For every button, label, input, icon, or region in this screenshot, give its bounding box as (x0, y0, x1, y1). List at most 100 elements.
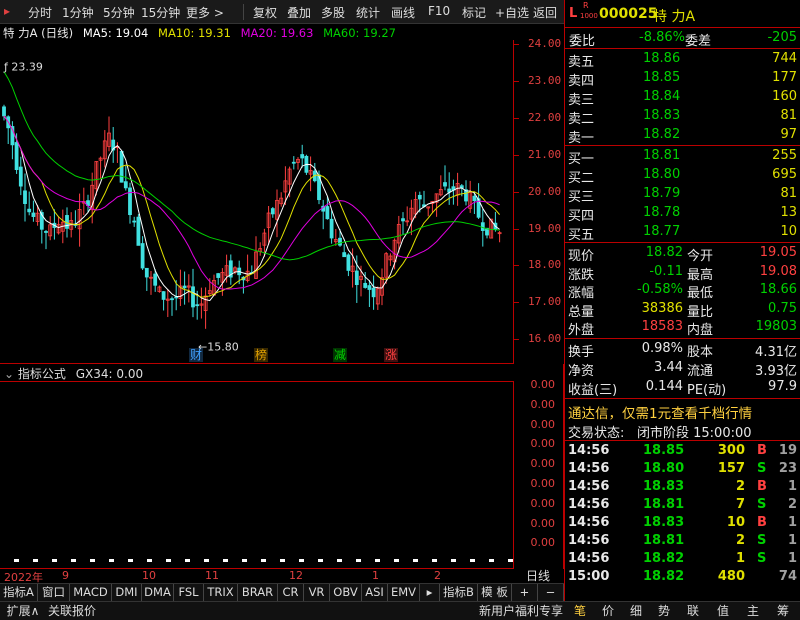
candle-body (329, 218, 334, 239)
tab-trix[interactable]: TRIX (204, 584, 238, 602)
tick-volume: 10 (726, 515, 745, 530)
indicator-chart[interactable] (0, 382, 514, 569)
indicator-axis: 0.00 0.00 0.00 0.00 0.00 0.00 0.00 0.00 0.00 (514, 364, 564, 569)
toolbar-more[interactable]: 更多 > (186, 4, 224, 21)
stat-value: 0.75 (768, 300, 797, 316)
toolbar-15min[interactable]: 15分钟 (141, 4, 180, 21)
tab-zhu[interactable]: 主 (738, 602, 768, 620)
stock-header: L R 1000 000025 特 力A (565, 1, 800, 26)
tab-chou[interactable]: 筹 (768, 602, 798, 620)
tab-shi[interactable]: 势 (650, 602, 678, 620)
toolbar-menu-icon[interactable]: ▸ (4, 4, 10, 18)
tab-lian[interactable]: 联 (678, 602, 708, 620)
tab-template[interactable]: 模 板 (478, 584, 512, 602)
tab-indicator-a[interactable]: 指标A (0, 584, 38, 602)
toolbar-back[interactable]: 返回 (533, 4, 557, 21)
tick-side: S (757, 551, 767, 566)
period-label[interactable]: 日线 (526, 567, 550, 584)
candle-body (153, 273, 158, 286)
fundamental-value: 3.44 (654, 360, 683, 375)
tab-plus[interactable]: + (512, 584, 538, 602)
chart-title: 特 力A (日线) (3, 26, 74, 40)
candle-body (338, 237, 342, 246)
indicator-axis-label: 0.00 (530, 397, 556, 411)
tick-time: 14:56 (568, 443, 610, 458)
expand-button[interactable]: 扩展∧ (4, 602, 42, 620)
bid-volume: 81 (780, 186, 797, 201)
promo-link[interactable]: 新用户福利专享 (477, 602, 565, 620)
toolbar-fenshi[interactable]: 分时 (28, 4, 52, 21)
tick-price: 18.82 (643, 551, 685, 566)
toolbar-1min[interactable]: 1分钟 (62, 4, 94, 21)
low-price-annotation: ←15.80 (198, 341, 239, 354)
tab-emv[interactable]: EMV (388, 584, 420, 602)
stat-label: 外盘 (568, 323, 595, 338)
stat-value: 19803 (755, 319, 797, 334)
tab-macd[interactable]: MACD (70, 584, 112, 602)
tab-xi[interactable]: 细 (622, 602, 650, 620)
tick-side: S (757, 533, 767, 548)
event-marker[interactable]: 涨 (385, 347, 397, 362)
indicator-axis-label: 0.00 (530, 437, 556, 451)
candle-body (367, 285, 372, 290)
price-axis-tick (514, 228, 519, 230)
level2-promo[interactable]: 通达信，仅需1元查看千档行情 (568, 402, 752, 422)
candle-body (216, 273, 221, 278)
indicator-bar (242, 559, 247, 562)
indicator-name[interactable]: 指标公式 (18, 367, 66, 381)
indicator-axis-label: 0.00 (530, 477, 556, 490)
tick-time: 14:56 (568, 533, 610, 548)
weibi-row: 委比 -8.86% 委差 -205 (565, 30, 800, 49)
tab-dma[interactable]: DMA (142, 584, 174, 602)
toolbar-huaxian[interactable]: 画线 (391, 4, 415, 21)
tick-time: 14:56 (568, 515, 610, 530)
stat-row: 外盘 18583 内盘 19803 (565, 319, 800, 338)
tab-minus[interactable]: − (538, 584, 564, 602)
toolbar-zixuan[interactable]: +自选 (495, 4, 529, 21)
promo-row[interactable]: 通达信，仅需1元查看千档行情 (565, 402, 800, 422)
ask-volume: 97 (780, 127, 797, 142)
tab-indicator-b[interactable]: 指标B (440, 584, 478, 602)
price-axis-tick (514, 302, 519, 304)
tick-volume: 157 (717, 461, 745, 476)
tab-zhi[interactable]: 值 (708, 602, 738, 620)
indicator-bar (261, 559, 266, 562)
toolbar-diejia[interactable]: 叠加 (287, 4, 311, 21)
tab-jia[interactable]: 价 (594, 602, 622, 620)
indicator-tabs: 指标A 窗口 MACD DMI DMA FSL TRIX BRAR CR VR … (0, 583, 564, 602)
toolbar-fuquan[interactable]: 复权 (253, 4, 277, 21)
event-marker[interactable]: 财 (190, 348, 202, 362)
tab-obv[interactable]: OBV (330, 584, 362, 602)
price-axis: 24.00 23.00 22.00 21.00 20.00 19.00 18.00 17.00… (514, 24, 564, 364)
toolbar-f10[interactable]: F10 (428, 4, 450, 18)
toolbar-5min[interactable]: 5分钟 (103, 4, 135, 21)
indicator-bar (90, 559, 95, 562)
related-quote-button[interactable]: 关联报价 (44, 602, 100, 620)
candle-body (144, 267, 149, 278)
toolbar-biaoji[interactable]: 标记 (462, 4, 486, 21)
tab-more-arrow[interactable]: ▸ (420, 584, 440, 602)
event-marker[interactable]: 减 (334, 348, 346, 362)
price-axis-label: 24.00 (528, 37, 562, 50)
tab-vr[interactable]: VR (304, 584, 330, 602)
tab-asi[interactable]: ASI (362, 584, 388, 602)
stat-value: 19.08 (759, 263, 797, 279)
price-axis-label: 20.00 (528, 184, 562, 198)
indicator-toggle-icon[interactable]: ⌄ (4, 367, 14, 381)
event-marker[interactable]: 榜 (255, 347, 267, 362)
tab-dmi[interactable]: DMI (112, 584, 142, 602)
tab-brar[interactable]: BRAR (238, 584, 278, 602)
ma10-label: MA10: 19.31 (158, 26, 231, 40)
tab-fsl[interactable]: FSL (174, 584, 204, 602)
toolbar-tongji[interactable]: 统计 (356, 4, 380, 21)
tab-window[interactable]: 窗口 (38, 584, 70, 602)
tick-price: 18.85 (643, 443, 685, 458)
tab-bi[interactable]: 笔 (566, 602, 594, 620)
indicator-bar (375, 559, 380, 562)
kline-chart[interactable]: ƒ 23.39 ←15.80 财 榜 减 涨 (0, 40, 514, 364)
tick-side: B (757, 479, 767, 494)
tab-cr[interactable]: CR (278, 584, 304, 602)
toolbar-duogu[interactable]: 多股 (321, 4, 345, 21)
candle-body (170, 298, 174, 301)
indicator-axis-label: 0.00 (530, 378, 556, 391)
